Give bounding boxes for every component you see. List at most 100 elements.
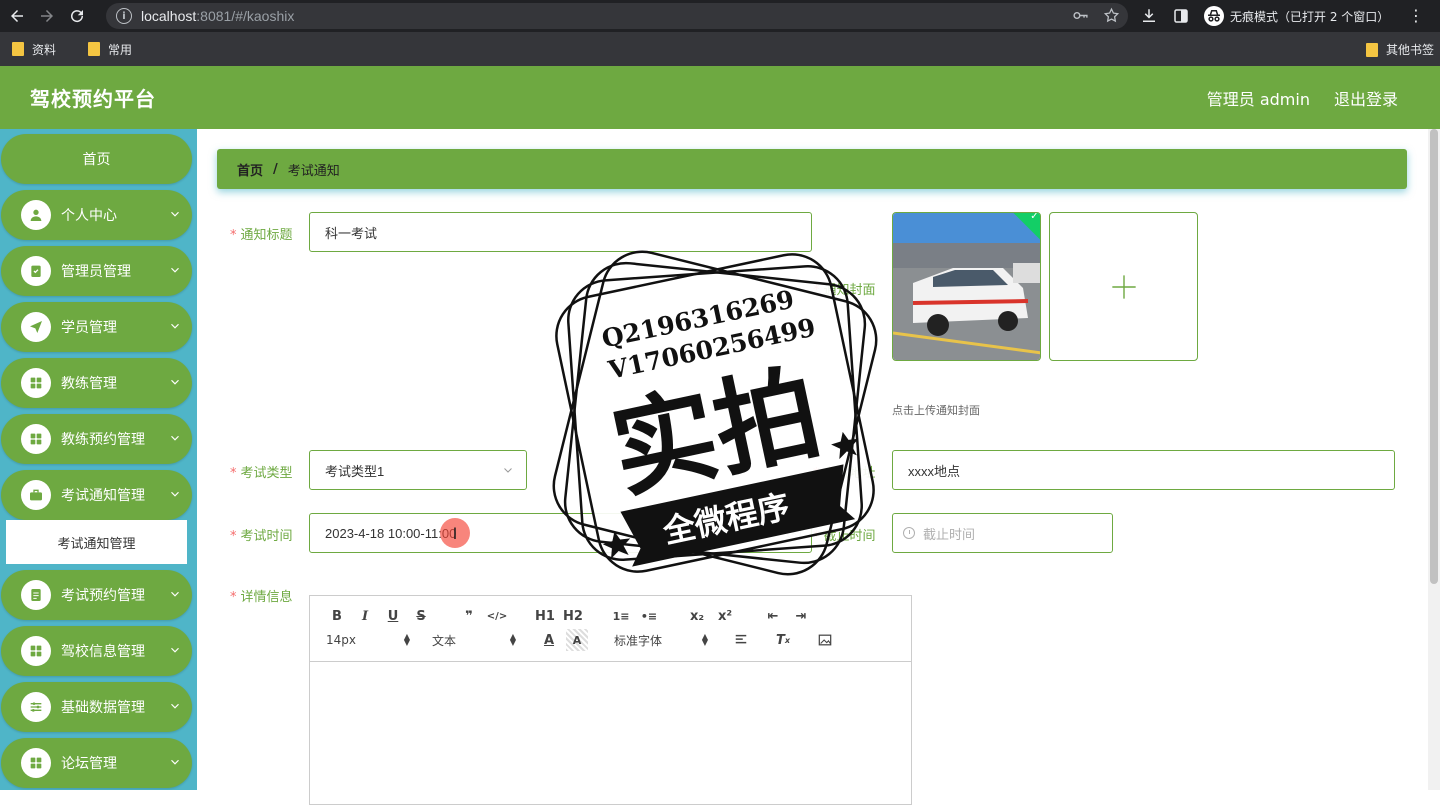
sidebar-item-coaches[interactable]: 教练管理	[1, 358, 192, 408]
strike-button[interactable]: S	[410, 605, 432, 627]
exam-time-label: * 考试时间	[230, 529, 293, 544]
subscript-button[interactable]: x₂	[686, 605, 708, 627]
breadcrumb-separator: /	[273, 161, 278, 177]
grid-icon	[21, 748, 51, 778]
clear-icon[interactable]: ✕	[787, 526, 801, 540]
title-label: * 通知标题	[230, 228, 293, 243]
user-icon	[21, 200, 51, 230]
exam-location-input[interactable]: xxxx地点	[892, 450, 1395, 490]
exam-time-input[interactable]: 2023-4-18 10:00-11:00 ✕	[309, 513, 812, 553]
car-photo	[893, 213, 1040, 360]
image-insert-icon[interactable]	[814, 629, 836, 651]
star-icon[interactable]	[1103, 7, 1120, 24]
incognito-label: 无痕模式（已打开 2 个窗口）	[1230, 9, 1390, 24]
download-icon[interactable]	[1140, 7, 1158, 25]
indent-button[interactable]: ⇥	[790, 605, 812, 627]
font-color-icon[interactable]: A	[538, 629, 560, 651]
key-icon[interactable]	[1072, 7, 1089, 24]
main-content: 首页 / 考试通知 * 通知标题 科一考试 * 通知封面 ✓ 点击上传通知封面 * 考…	[197, 129, 1428, 805]
folder-icon	[88, 42, 101, 56]
forward-arrow-icon[interactable]	[34, 3, 60, 29]
exam-type-select[interactable]: 考试类型1	[309, 450, 527, 490]
clock-icon	[903, 527, 915, 539]
site-info-icon[interactable]: i	[116, 8, 132, 24]
editor-toolbar: B I U S ❞ </> H1 H2 1≡ •≡ x₂ x² ⇤ ⇥ 14px…	[310, 596, 911, 662]
bold-button[interactable]: B	[326, 605, 348, 627]
incognito-indicator[interactable]: 无痕模式（已打开 2 个窗口）	[1204, 6, 1389, 26]
sidebar-item-exam-notice[interactable]: 考试通知管理	[1, 470, 192, 520]
chevron-down-icon	[171, 267, 179, 273]
blockquote-button[interactable]: ❞	[458, 605, 480, 627]
code-block-button[interactable]: </>	[486, 605, 508, 627]
text-cursor-icon: I	[440, 518, 470, 548]
background-color-icon[interactable]: A	[566, 629, 588, 651]
other-bookmarks[interactable]: 其他书签	[1365, 41, 1434, 58]
exam-type-label: * 考试类型	[230, 466, 293, 481]
breadcrumb-home[interactable]: 首页	[237, 160, 263, 179]
deadline-picker[interactable]: 截止时间	[892, 513, 1113, 553]
chevron-down-icon	[171, 591, 179, 597]
document-icon	[21, 580, 51, 610]
rich-text-editor: B I U S ❞ </> H1 H2 1≡ •≡ x₂ x² ⇤ ⇥ 14px…	[309, 595, 912, 805]
bookmark-folder-ziliao[interactable]: 资料	[12, 41, 56, 58]
chevron-down-icon	[171, 759, 179, 765]
briefcase-icon	[21, 480, 51, 510]
sidebar-item-exam-booking[interactable]: 考试预约管理	[1, 570, 192, 620]
chevron-down-icon	[171, 323, 179, 329]
cover-image-thumbnail[interactable]: ✓	[892, 212, 1041, 361]
bullet-list-button[interactable]: •≡	[638, 605, 660, 627]
brand-title: 驾校预约平台	[30, 87, 156, 111]
more-menu-icon[interactable]: ⋮	[1408, 8, 1424, 24]
sidebar-item-coach-booking[interactable]: 教练预约管理	[1, 414, 192, 464]
chevron-up-icon	[171, 491, 179, 497]
heading2-button[interactable]: H2	[562, 605, 584, 627]
reload-icon[interactable]	[64, 3, 90, 29]
bookmark-folder-changyong[interactable]: 常用	[88, 41, 132, 58]
outdent-button[interactable]: ⇤	[762, 605, 784, 627]
ordered-list-button[interactable]: 1≡	[610, 605, 632, 627]
sidebar-item-base-data[interactable]: 基础数据管理	[1, 682, 192, 732]
scrollbar-thumb[interactable]	[1430, 129, 1438, 584]
cover-label: * 通知封面	[813, 283, 876, 298]
sidebar: 首页 个人中心 管理员管理 学员管理 教练管理 教练预约管理 考试通知管理 考试…	[0, 129, 197, 790]
incognito-icon	[1204, 6, 1224, 26]
logout-link[interactable]: 退出登录	[1334, 86, 1398, 110]
paragraph-select[interactable]: 文本 ▲ ▼	[432, 632, 516, 649]
cover-upload-tip: 点击上传通知封面	[892, 404, 980, 417]
page-scrollbar[interactable]	[1428, 129, 1440, 790]
sidebar-item-forum[interactable]: 论坛管理	[1, 738, 192, 788]
clipboard-icon	[21, 256, 51, 286]
exam-location-label: * 考试地址	[813, 466, 876, 481]
send-icon	[21, 312, 51, 342]
chevron-down-icon	[171, 703, 179, 709]
font-family-select[interactable]: 标准字体 ▲ ▼	[614, 632, 708, 649]
folder-icon	[1365, 42, 1378, 57]
font-size-select[interactable]: 14px ▲ ▼	[326, 633, 410, 648]
chevron-down-icon	[504, 468, 512, 473]
app-header: 驾校预约平台 管理员 admin 退出登录	[0, 66, 1440, 129]
url-text: localhost:8081/#/kaoshix	[141, 8, 295, 24]
superscript-button[interactable]: x²	[714, 605, 736, 627]
heading1-button[interactable]: H1	[534, 605, 556, 627]
sidebar-item-home[interactable]: 首页	[1, 134, 192, 184]
sidebar-item-students[interactable]: 学员管理	[1, 302, 192, 352]
cover-upload-button[interactable]	[1049, 212, 1198, 361]
underline-button[interactable]: U	[382, 605, 404, 627]
align-icon[interactable]	[730, 629, 752, 651]
grid-icon	[21, 368, 51, 398]
chevron-down-icon	[171, 647, 179, 653]
address-bar[interactable]: i localhost:8081/#/kaoshix	[106, 3, 1128, 29]
detail-label: * 详情信息	[230, 590, 293, 605]
submenu-item-exam-notice[interactable]: 考试通知管理	[6, 520, 187, 564]
breadcrumb: 首页 / 考试通知	[217, 149, 1407, 189]
breadcrumb-current: 考试通知	[287, 163, 340, 179]
sidebar-item-admin[interactable]: 管理员管理	[1, 246, 192, 296]
sidebar-item-profile[interactable]: 个人中心	[1, 190, 192, 240]
deadline-label: * 截止时间	[813, 529, 876, 544]
side-panel-icon[interactable]	[1172, 7, 1190, 25]
italic-button[interactable]: I	[354, 605, 376, 627]
title-input[interactable]: 科一考试	[309, 212, 812, 252]
back-arrow-icon[interactable]	[4, 3, 30, 29]
sidebar-item-school-info[interactable]: 驾校信息管理	[1, 626, 192, 676]
clear-format-icon[interactable]: Tx	[772, 629, 794, 651]
